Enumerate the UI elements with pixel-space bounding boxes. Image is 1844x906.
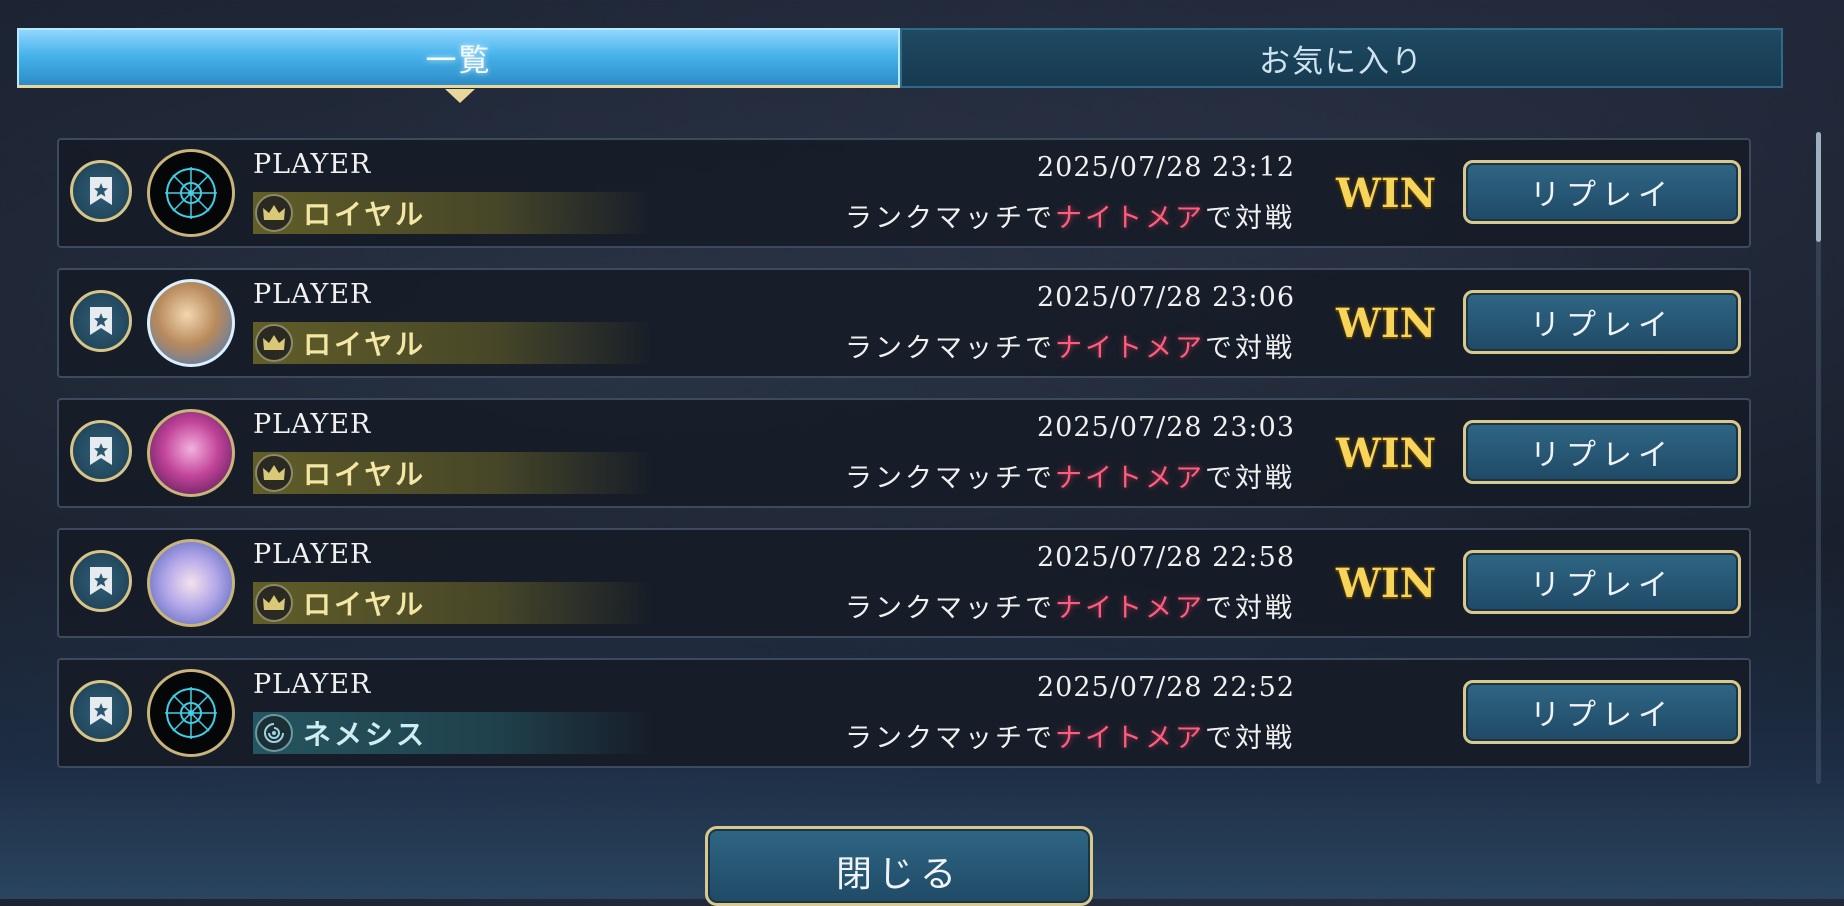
favorite-button[interactable] — [70, 160, 132, 222]
format-highlight: ナイトメア — [1055, 463, 1205, 494]
match-description: ランクマッチでナイトメアで対戦 — [845, 463, 1295, 494]
class-band: ロイヤル — [253, 452, 653, 494]
result-badge: WIN — [1336, 170, 1437, 217]
nemesis-icon — [255, 714, 293, 752]
class-label: ロイヤル — [303, 198, 427, 231]
class-label: ネメシス — [303, 718, 428, 751]
match-description: ランクマッチでナイトメアで対戦 — [845, 593, 1295, 624]
tab-bar: 一覧 お気に入り — [17, 28, 1783, 88]
avatar[interactable] — [147, 149, 235, 237]
player-name: PLAYER — [253, 669, 372, 700]
match-description: ランクマッチでナイトメアで対戦 — [845, 333, 1295, 364]
list-item: PLAYER ロイヤル 2025/07/28 22:58 ランクマッチでナイトメ… — [57, 528, 1751, 638]
bookmark-star-icon — [90, 437, 112, 465]
crown-icon — [255, 194, 293, 232]
emblem-icon — [165, 687, 217, 739]
avatar[interactable] — [147, 669, 235, 757]
player-name: PLAYER — [253, 539, 372, 570]
format-highlight: ナイトメア — [1055, 593, 1205, 624]
result-badge: WIN — [1336, 430, 1437, 477]
player-name: PLAYER — [253, 149, 372, 180]
tab-list[interactable]: 一覧 — [17, 28, 900, 88]
result-badge: WIN — [1336, 300, 1437, 347]
close-button[interactable]: 閉じる — [705, 826, 1093, 906]
match-datetime: 2025/07/28 23:06 — [1036, 282, 1295, 313]
class-band: ネメシス — [253, 712, 653, 754]
class-band: ロイヤル — [253, 322, 653, 364]
class-band: ロイヤル — [253, 192, 653, 234]
match-description: ランクマッチでナイトメアで対戦 — [845, 723, 1295, 754]
replay-button[interactable]: リプレイ — [1463, 160, 1741, 224]
class-label: ロイヤル — [303, 458, 427, 491]
active-tab-indicator — [445, 89, 475, 103]
result-badge: WIN — [1336, 560, 1437, 607]
replay-button[interactable]: リプレイ — [1463, 680, 1741, 744]
avatar[interactable] — [147, 539, 235, 627]
list-item: PLAYER ネメシス 2025/07/28 22:52 ランクマッチでナイトメ… — [57, 658, 1751, 768]
bookmark-star-icon — [90, 567, 112, 595]
avatar[interactable] — [147, 409, 235, 497]
player-name: PLAYER — [253, 279, 372, 310]
replay-list: PLAYER ロイヤル 2025/07/28 23:12 ランクマッチでナイトメ… — [57, 138, 1751, 788]
crown-icon — [255, 584, 293, 622]
class-band: ロイヤル — [253, 582, 653, 624]
list-item: PLAYER ロイヤル 2025/07/28 23:06 ランクマッチでナイトメ… — [57, 268, 1751, 378]
bookmark-star-icon — [90, 307, 112, 335]
match-datetime: 2025/07/28 22:58 — [1036, 542, 1295, 573]
avatar[interactable] — [147, 279, 235, 367]
replay-button[interactable]: リプレイ — [1463, 420, 1741, 484]
tab-favorites[interactable]: お気に入り — [900, 28, 1783, 88]
emblem-icon — [165, 167, 217, 219]
match-description: ランクマッチでナイトメアで対戦 — [845, 203, 1295, 234]
match-datetime: 2025/07/28 23:12 — [1036, 152, 1295, 183]
player-name: PLAYER — [253, 409, 372, 440]
scroll-thumb[interactable] — [1816, 132, 1821, 242]
list-item: PLAYER ロイヤル 2025/07/28 23:12 ランクマッチでナイトメ… — [57, 138, 1751, 248]
class-label: ロイヤル — [303, 328, 427, 361]
favorite-button[interactable] — [70, 420, 132, 482]
format-highlight: ナイトメア — [1055, 333, 1205, 364]
bookmark-star-icon — [90, 697, 112, 725]
favorite-button[interactable] — [70, 680, 132, 742]
crown-icon — [255, 454, 293, 492]
favorite-button[interactable] — [70, 550, 132, 612]
class-label: ロイヤル — [303, 588, 427, 621]
format-highlight: ナイトメア — [1055, 203, 1205, 234]
crown-icon — [255, 324, 293, 362]
list-scrollbar[interactable] — [1816, 132, 1821, 784]
match-datetime: 2025/07/28 23:03 — [1036, 412, 1295, 443]
favorite-button[interactable] — [70, 290, 132, 352]
format-highlight: ナイトメア — [1055, 723, 1205, 754]
list-item: PLAYER ロイヤル 2025/07/28 23:03 ランクマッチでナイトメ… — [57, 398, 1751, 508]
replay-button[interactable]: リプレイ — [1463, 290, 1741, 354]
match-datetime: 2025/07/28 22:52 — [1036, 672, 1295, 703]
replay-button[interactable]: リプレイ — [1463, 550, 1741, 614]
bookmark-star-icon — [90, 177, 112, 205]
